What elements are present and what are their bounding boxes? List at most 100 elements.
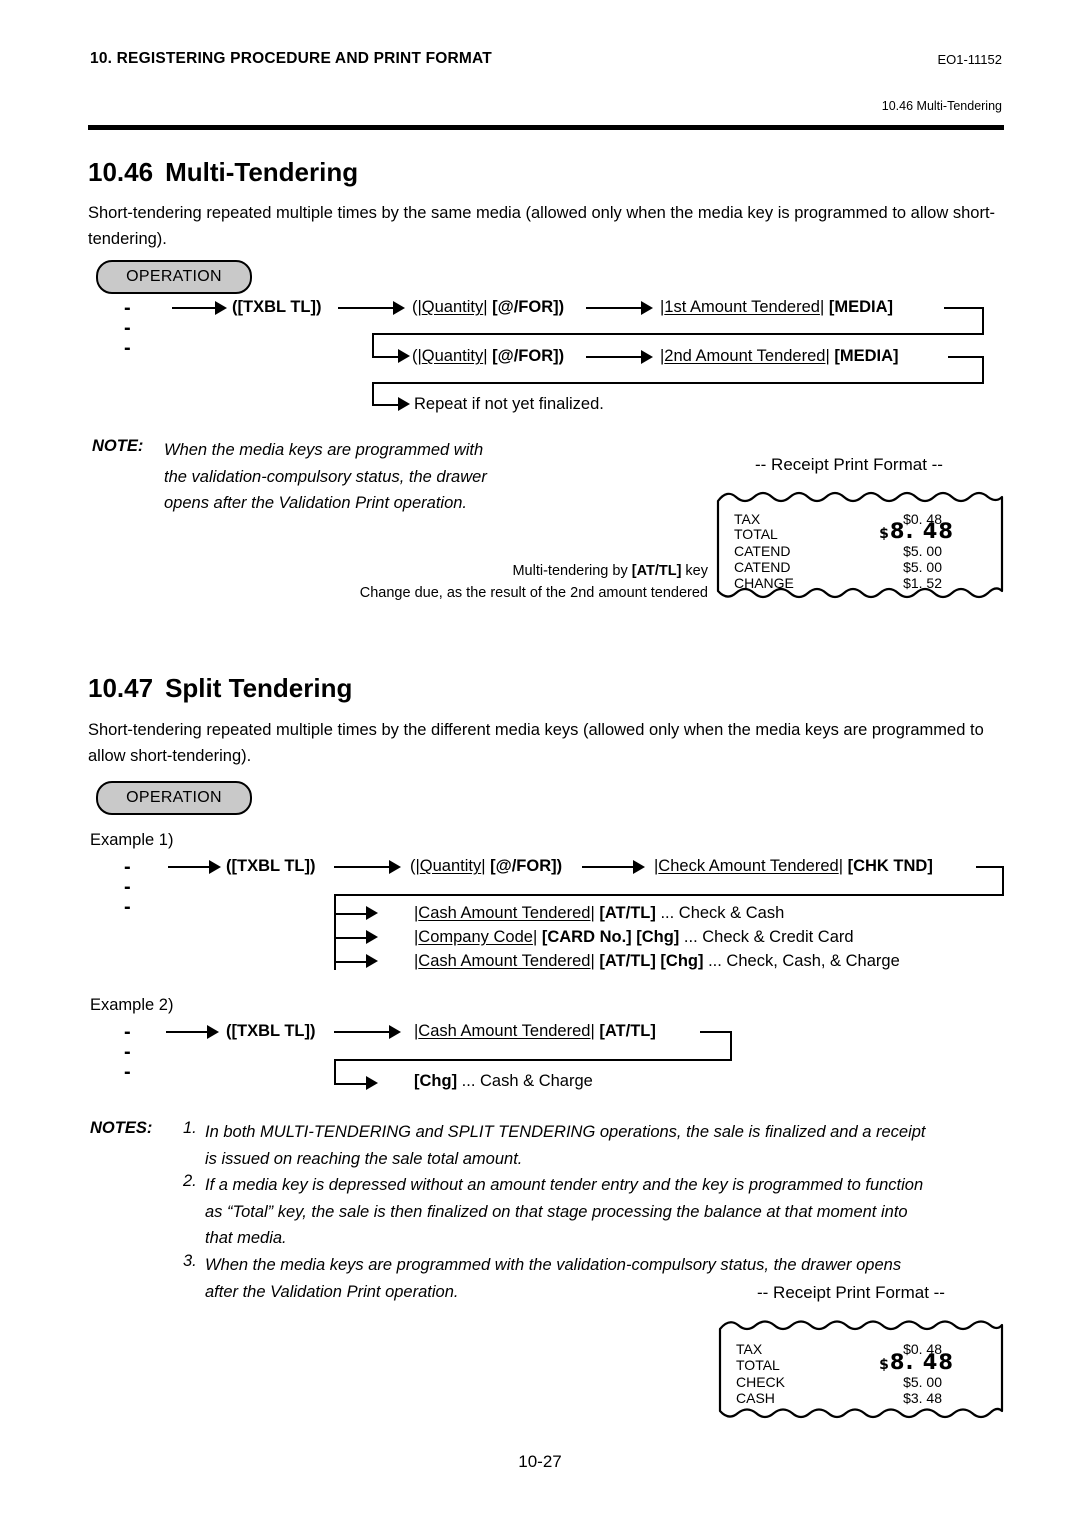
total-amount: 8. 48 (889, 1350, 954, 1374)
ex1-qty-open: (| (410, 857, 420, 875)
ex2-connector-left (334, 1059, 337, 1085)
connector-1-right (982, 307, 985, 335)
note-line: is issued on reaching the sale total amo… (205, 1149, 523, 1168)
page-number: 10-27 (518, 1452, 562, 1471)
ex2-leading-dots: - - - (124, 1021, 134, 1083)
b3-keys: [AT/TL] [Chg] (599, 952, 704, 970)
caption-key: [AT/TL] (631, 563, 682, 579)
b1-word: Cash Amount Tendered (418, 904, 591, 922)
b3-desc: ... Check, Cash, & Charge (703, 952, 900, 970)
arrowhead-row3 (398, 397, 410, 411)
arrow-to-txbl (172, 307, 216, 310)
flow-step-quantity-1: (|Quantity| [@/FOR]) (412, 299, 564, 316)
currency-symbol: $ (879, 526, 890, 542)
section-number-1046: 10.46 (88, 157, 154, 187)
arrow-to-amount-2 (586, 356, 642, 359)
total-amount: 8. 48 (889, 519, 954, 543)
receipt-1046: TAX $0. 48 TOTAL $8. 48 CATEND $5. 00 CA… (716, 487, 1004, 605)
document-code: EO1-11152 (937, 52, 1002, 67)
qty-close-bar: | (483, 298, 488, 316)
b3-word: Cash Amount Tendered (418, 952, 591, 970)
ex1-branch-3-line (334, 961, 368, 964)
operation-badge-label: OPERATION (126, 268, 222, 285)
b3-bar-r: | (590, 952, 595, 970)
note-line: When the media keys are programmed with (164, 441, 484, 459)
ex1-branch-2: |Company Code| [CARD No.] [Chg] ... Chec… (414, 929, 854, 946)
ex2-arrow-to-cash (334, 1031, 390, 1034)
operation-badge-label: OPERATION (126, 789, 222, 806)
ex2-cash-bar-r: | (590, 1022, 595, 1040)
ex2-cash-word: Cash Amount Tendered (418, 1022, 591, 1040)
b1-bar-r: | (590, 904, 595, 922)
note-line: that media. (205, 1229, 287, 1247)
qty-open-paren-bar: (| (412, 298, 422, 316)
ex1-branch-2-line (334, 937, 368, 940)
caption-line-1: Multi-tendering by [AT/TL] key (360, 560, 708, 582)
note-line: as “Total” key, the sale is then finaliz… (205, 1202, 908, 1221)
receipt-row-label: TOTAL (736, 1357, 780, 1373)
qty-word-2: Quantity (421, 347, 484, 365)
note-text-1: In both MULTI-TENDERING and SPLIT TENDER… (205, 1119, 1015, 1172)
ex2-connector-right (730, 1031, 733, 1061)
receipt-row-label: TOTAL (734, 526, 778, 542)
ex1-branch-1-arrowhead (366, 906, 378, 920)
section-heading-1046: 10.46 Multi-Tendering (88, 157, 358, 188)
ex1-qty-bar: | (481, 857, 486, 875)
chapter-title: 10. REGISTERING PROCEDURE AND PRINT FORM… (90, 50, 492, 67)
running-head: 10.46 Multi-Tendering (881, 99, 1002, 113)
connector-2-bottom (372, 382, 984, 385)
ex1-qty-word: Quantity (419, 857, 482, 875)
ex1-connector-spine (334, 894, 337, 970)
ex2-connector-top (700, 1031, 732, 1034)
header-rule (88, 125, 1004, 130)
document-page: 10. REGISTERING PROCEDURE AND PRINT FORM… (0, 0, 1080, 1528)
receipt-row-value: $3. 48 (903, 1390, 942, 1406)
b1-desc: ... Check & Cash (655, 904, 785, 922)
qty-close-bar-2: | (483, 347, 488, 365)
connector-1-top (944, 307, 984, 310)
qty-open-paren-bar-2: (| (412, 347, 422, 365)
ex2-arrow-to-txbl (166, 1031, 208, 1034)
note-body-1046: When the media keys are programmed with … (164, 437, 584, 517)
note-line: the validation-compulsory status, the dr… (164, 467, 487, 486)
note-number-2: 2. (183, 1172, 197, 1190)
b2-word: Company Code (418, 928, 533, 946)
section-intro-1047: Short-tendering repeated multiple times … (88, 721, 984, 765)
ex1-connector-right (1002, 866, 1005, 896)
caption-line-2: Change due, as the result of the 2nd amo… (359, 585, 708, 601)
receipt-row-value: $5. 00 (903, 559, 942, 575)
ex1-step-txbl: ([TXBL TL]) (226, 857, 316, 875)
ex2-branch-desc: ... Cash & Charge (457, 1072, 593, 1090)
note-line: In both MULTI-TENDERING and SPLIT TENDER… (205, 1123, 926, 1141)
receipt-row-value: $5. 00 (903, 1374, 942, 1390)
section-title-1046: Multi-Tendering (165, 157, 359, 187)
ex1-connector-top (976, 866, 1004, 869)
caption-text-b: key (681, 563, 708, 579)
receipt-rows-1047: TAX $0. 48 TOTAL $8. 48 CHECK $5. 00 CAS… (718, 1316, 1004, 1424)
receipt-row-label: CHANGE (734, 575, 794, 591)
ex2-step-cash: |Cash Amount Tendered| [AT/TL] (414, 1023, 656, 1040)
connector-2-right (982, 356, 985, 384)
receipt-title-1046: -- Receipt Print Format -- (755, 455, 943, 474)
ex2-branch: [Chg] ... Cash & Charge (414, 1073, 593, 1090)
receipt-row-label: TAX (734, 511, 761, 527)
ex1-arrow-to-quantity (334, 866, 390, 869)
section-number-1047: 10.47 (88, 673, 154, 703)
flow-step-amount-2: |2nd Amount Tendered| [MEDIA] (660, 348, 899, 365)
ex1-leading-dots: - - - (124, 856, 134, 918)
operation-badge-1047: OPERATION (96, 781, 252, 815)
flow-step-txbl: ([TXBL TL]) (232, 298, 322, 316)
amt2-bar-right: | (825, 347, 830, 365)
receipt-rows-1046: TAX $0. 48 TOTAL $8. 48 CATEND $5. 00 CA… (716, 487, 1004, 605)
connector-1-into-row2 (372, 356, 400, 359)
for-key-1: [@/FOR]) (492, 298, 565, 316)
ex1-branch-2-arrowhead (366, 930, 378, 944)
receipt-caption-1046: Multi-tendering by [AT/TL] key Change du… (360, 560, 708, 604)
ex1-chk-tnd-key: [CHK TND] (847, 857, 933, 875)
ex1-step-check: |Check Amount Tendered| [CHK TND] (654, 858, 933, 875)
section-intro-1046: Short-tendering repeated multiple times … (88, 204, 996, 248)
b2-keys: [CARD No.] [Chg] (541, 928, 680, 946)
for-key-2: [@/FOR]) (492, 347, 565, 365)
amt2-word: 2nd Amount Tendered (664, 347, 826, 365)
flow-leading-dots: - - - (124, 297, 134, 359)
